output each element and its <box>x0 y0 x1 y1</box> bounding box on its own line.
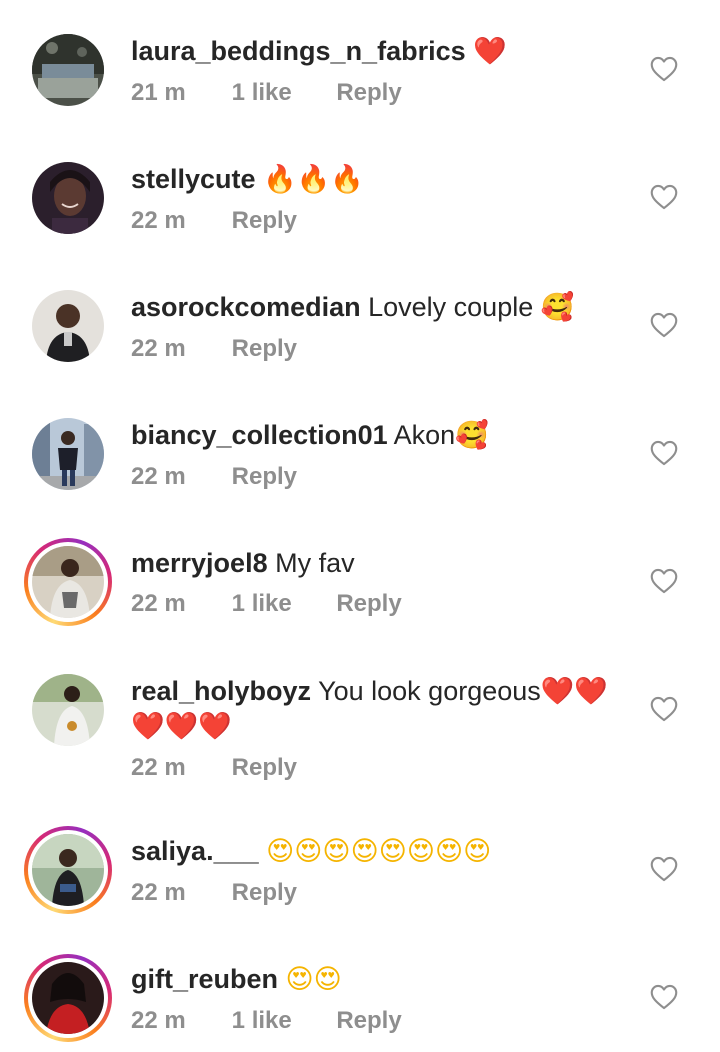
comment-meta: 22 m Reply <box>131 463 631 491</box>
comment-line: saliya.___ 😍😍😍😍😍😍😍😍 <box>131 834 631 869</box>
reply-button[interactable]: Reply <box>336 1007 401 1035</box>
avatar[interactable] <box>32 418 104 490</box>
comment-content: merryjoel8 My fav 22 m 1 like Reply <box>131 546 631 618</box>
comment-emoji: 🥰 <box>455 420 489 451</box>
avatar-image <box>32 546 104 618</box>
reply-button[interactable]: Reply <box>232 463 297 491</box>
username[interactable]: stellycute <box>131 164 256 194</box>
avatar[interactable] <box>32 290 104 362</box>
avatar-image <box>32 290 104 362</box>
comment-content: gift_reuben 😍😍 22 m 1 like Reply <box>131 962 631 1035</box>
comment-content: biancy_collection01 Akon🥰 22 m Reply <box>131 418 631 491</box>
comment-line: merryjoel8 My fav <box>131 546 631 580</box>
avatar-story-ring[interactable] <box>24 538 112 626</box>
avatar-ring-gap <box>28 542 108 622</box>
comment-emoji: ❤️❤️ <box>540 676 609 707</box>
heart-outline-icon[interactable] <box>650 184 678 210</box>
comment-meta: 22 m Reply <box>131 207 631 235</box>
comment-line: stellycute 🔥🔥🔥 <box>131 162 631 197</box>
comment-meta: 22 m 1 like Reply <box>131 1007 631 1035</box>
comment-meta: 21 m 1 like Reply <box>131 79 631 107</box>
comment-emoji: 😍😍 <box>285 964 342 995</box>
comment-content: saliya.___ 😍😍😍😍😍😍😍😍 22 m Reply <box>131 834 631 907</box>
timestamp: 22 m <box>131 207 186 234</box>
reply-button[interactable]: Reply <box>336 79 401 107</box>
avatar-image <box>32 418 104 490</box>
comment-emoji-line-2: ❤️❤️❤️ <box>131 711 232 742</box>
timestamp: 22 m <box>131 335 186 362</box>
comment-content: stellycute 🔥🔥🔥 22 m Reply <box>131 162 631 235</box>
comment-emoji: 🔥🔥🔥 <box>263 164 364 195</box>
timestamp: 22 m <box>131 590 186 617</box>
avatar-image <box>32 34 104 106</box>
reply-button[interactable]: Reply <box>232 754 297 782</box>
comment-emoji: 😍😍😍😍😍😍😍😍 <box>266 836 492 867</box>
heart-outline-icon[interactable] <box>650 568 678 594</box>
avatar-image <box>32 162 104 234</box>
avatar-image <box>32 674 104 746</box>
avatar-image <box>32 962 104 1034</box>
comment-emoji: ❤️ <box>473 36 507 67</box>
comment-line: laura_beddings_n_fabrics ❤️ <box>131 34 631 69</box>
heart-outline-icon[interactable] <box>650 440 678 466</box>
heart-outline-icon[interactable] <box>650 984 678 1010</box>
username[interactable]: real_holyboyz <box>131 676 311 706</box>
heart-outline-icon[interactable] <box>650 856 678 882</box>
username[interactable]: biancy_collection01 <box>131 420 388 450</box>
reply-button[interactable]: Reply <box>232 879 297 907</box>
timestamp: 22 m <box>131 879 186 906</box>
comment-text: Akon <box>393 420 456 450</box>
comment-text: My fav <box>275 548 355 578</box>
timestamp: 22 m <box>131 1007 186 1034</box>
comment-emoji: 🥰 <box>540 292 575 323</box>
comment-text: You look gorgeous <box>318 676 541 706</box>
username[interactable]: asorockcomedian <box>131 292 361 322</box>
avatar[interactable] <box>32 674 104 746</box>
comment-meta: 22 m Reply <box>131 879 631 907</box>
heart-outline-icon[interactable] <box>650 56 678 82</box>
avatar-image <box>32 834 104 906</box>
reply-button[interactable]: Reply <box>232 335 297 363</box>
comment-content: laura_beddings_n_fabrics ❤️ 21 m 1 like … <box>131 34 631 107</box>
timestamp: 22 m <box>131 754 186 781</box>
comment-text: Lovely couple <box>368 292 534 322</box>
avatar-ring-gap <box>28 830 108 910</box>
comments-list: laura_beddings_n_fabrics ❤️ 21 m 1 like … <box>0 0 720 1052</box>
heart-outline-icon[interactable] <box>650 312 678 338</box>
reply-button[interactable]: Reply <box>336 590 401 618</box>
avatar-story-ring[interactable] <box>24 954 112 1042</box>
comment-line: biancy_collection01 Akon🥰 <box>131 418 631 453</box>
comment-line: asorockcomedian Lovely couple 🥰 <box>131 290 631 325</box>
like-count[interactable]: 1 like <box>232 79 330 107</box>
comment-content: real_holyboyz You look gorgeous❤️❤️ ❤️❤️… <box>131 674 631 782</box>
username[interactable]: merryjoel8 <box>131 548 268 578</box>
heart-outline-icon[interactable] <box>650 696 678 722</box>
avatar[interactable] <box>32 162 104 234</box>
comment-meta: 22 m 1 like Reply <box>131 590 631 618</box>
timestamp: 22 m <box>131 463 186 490</box>
username[interactable]: laura_beddings_n_fabrics <box>131 36 466 66</box>
username[interactable]: saliya.___ <box>131 836 259 866</box>
like-count[interactable]: 1 like <box>232 590 330 618</box>
comment-content: asorockcomedian Lovely couple 🥰 22 m Rep… <box>131 290 631 363</box>
comment-meta: 22 m Reply <box>131 335 631 363</box>
avatar-story-ring[interactable] <box>24 826 112 914</box>
comment-line: real_holyboyz You look gorgeous❤️❤️ <box>131 674 631 709</box>
avatar-ring-gap <box>28 958 108 1038</box>
timestamp: 21 m <box>131 79 186 106</box>
like-count[interactable]: 1 like <box>232 1007 330 1035</box>
avatar[interactable] <box>32 34 104 106</box>
comment-line: gift_reuben 😍😍 <box>131 962 631 997</box>
comment-meta: 22 m Reply <box>131 754 631 782</box>
comment-line-2: ❤️❤️❤️ <box>131 709 631 744</box>
username[interactable]: gift_reuben <box>131 964 278 994</box>
reply-button[interactable]: Reply <box>232 207 297 235</box>
